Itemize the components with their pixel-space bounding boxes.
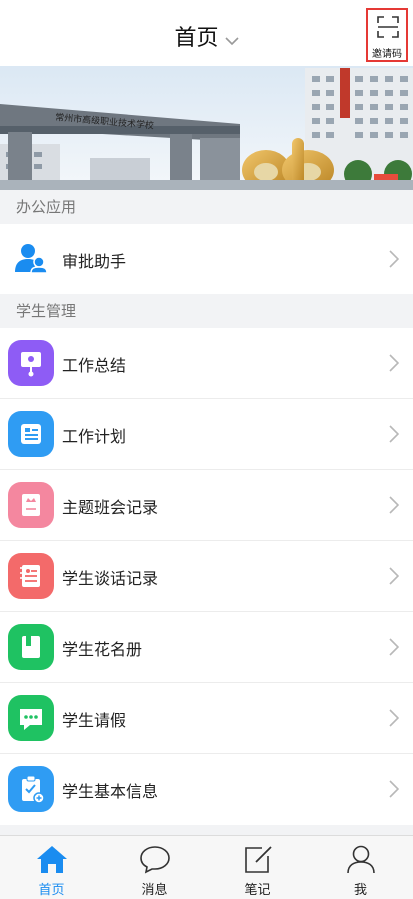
list-item-class-meeting-record[interactable]: 主题班会记录 [0, 470, 413, 541]
presentation-board-icon [8, 340, 54, 386]
bottom-tab-bar: 首页 消息 笔记 我 [0, 835, 413, 899]
list-item-work-summary[interactable]: 工作总结 [0, 328, 413, 399]
list-item-label: 工作总结 [62, 356, 127, 375]
section-title-office: 办公应用 [0, 190, 413, 224]
section-title-students: 学生管理 [0, 294, 413, 328]
meeting-book-icon [8, 482, 54, 528]
list-item-student-basic-info[interactable]: 学生基本信息 [0, 754, 413, 825]
list-item-label: 学生请假 [62, 711, 127, 730]
chevron-right-icon [389, 354, 400, 376]
tab-label: 首页 [38, 883, 65, 898]
page-title-dropdown[interactable]: 首页 [0, 20, 413, 52]
list-item-label: 审批助手 [62, 252, 127, 271]
info-clipboard-icon [8, 766, 54, 812]
chevron-right-icon [389, 709, 400, 731]
approval-person-icon [14, 242, 48, 278]
tab-label: 笔记 [244, 883, 271, 898]
home-icon [37, 846, 67, 873]
chevron-right-icon [389, 496, 400, 518]
list-item-label: 学生花名册 [62, 640, 143, 659]
list-item-student-roster[interactable]: 学生花名册 [0, 612, 413, 683]
top-nav-bar: 首页 邀请码 [0, 0, 413, 66]
list-item-label: 学生基本信息 [62, 782, 159, 801]
roster-book-icon [8, 624, 54, 670]
tab-messages[interactable]: 消息 [103, 836, 206, 899]
tab-label: 我 [353, 883, 367, 898]
message-icon [140, 846, 170, 874]
chevron-right-icon [389, 425, 400, 447]
list-item-work-plan[interactable]: 工作计划 [0, 399, 413, 470]
leave-chat-icon [8, 695, 54, 741]
page-title: 首页 [174, 26, 219, 51]
list-item-label: 工作计划 [62, 427, 127, 446]
tab-label: 消息 [141, 883, 168, 898]
invite-code-label: 邀请码 [372, 49, 402, 60]
tab-home[interactable]: 首页 [0, 836, 103, 899]
note-icon [245, 846, 272, 873]
list-item-student-talk-record[interactable]: 学生谈话记录 [0, 541, 413, 612]
chevron-right-icon [389, 250, 400, 272]
chevron-right-icon [389, 638, 400, 660]
list-item-label: 学生谈话记录 [62, 569, 159, 588]
scan-icon [377, 16, 399, 38]
list-item-approval-assistant[interactable]: 审批助手 [0, 224, 413, 294]
chevron-down-icon [224, 27, 239, 52]
tab-notes[interactable]: 笔记 [206, 836, 309, 899]
list-item-label: 主题班会记录 [62, 498, 159, 517]
tab-profile[interactable]: 我 [309, 836, 412, 899]
list-item-student-leave[interactable]: 学生请假 [0, 683, 413, 754]
invite-code-button[interactable]: 邀请码 [366, 8, 408, 62]
campus-banner-image: 常州市高级职业技术学校 [0, 66, 413, 190]
plan-document-icon [8, 411, 54, 457]
profile-icon [347, 845, 375, 874]
conversation-notes-icon [8, 553, 54, 599]
chevron-right-icon [389, 567, 400, 589]
chevron-right-icon [389, 780, 400, 802]
